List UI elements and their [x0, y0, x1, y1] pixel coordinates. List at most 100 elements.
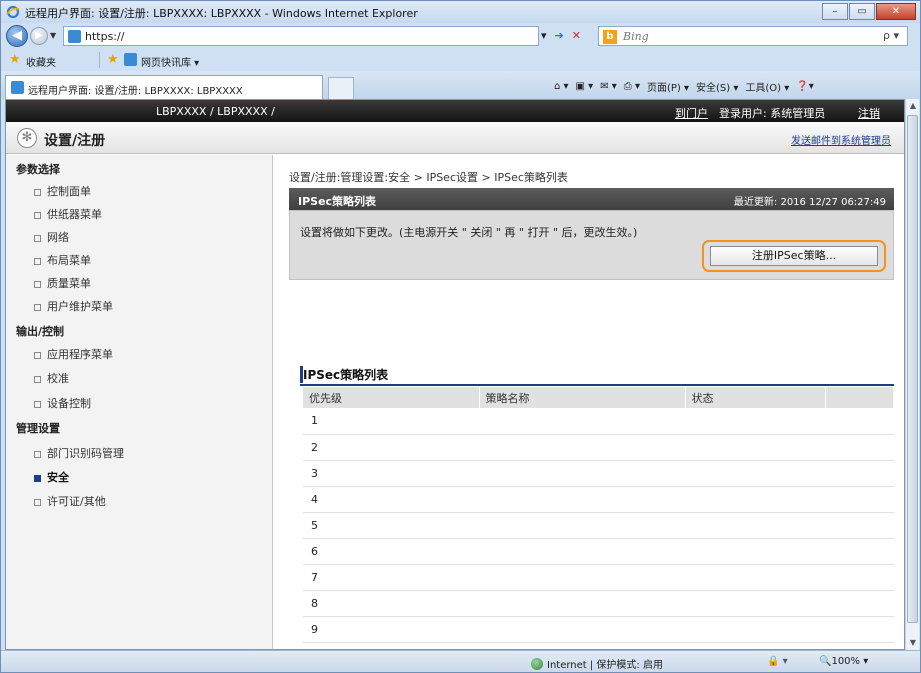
back-button[interactable]: ◀ — [6, 25, 28, 47]
info-panel-body: 设置将做如下更改。(主电源开关 " 关闭 " 再 " 打开 " 后，更改生效。)… — [289, 210, 894, 280]
command-bar: ⌂ ▾ ▣ ▾ ✉ ▾ ⎙ ▾ 页面(P) ▾ 安全(S) ▾ 工具(O) ▾ … — [554, 79, 814, 94]
section-divider — [300, 384, 894, 386]
print-icon[interactable]: ⎙ ▾ — [624, 81, 640, 92]
priority-cell: 2 — [303, 434, 479, 461]
tab-remote-ui[interactable]: 远程用户界面: 设置/注册: LBPXXXX: LBPXXXX — [5, 75, 323, 99]
forward-button[interactable]: ▶ — [30, 27, 48, 45]
web-slice-gallery[interactable]: 网页快讯库 ▾ — [141, 54, 199, 69]
bullet-icon — [34, 474, 41, 482]
search-placeholder: Bing — [623, 30, 649, 43]
bing-icon: b — [603, 30, 617, 44]
bullet-icon — [34, 450, 41, 458]
sidebar: 参数选择 控制面单 供纸器菜单 网络 布局菜单 质量菜单 用户维护菜单 输出/控… — [6, 155, 273, 649]
feeds-icon[interactable]: ▣ ▾ — [576, 81, 594, 92]
portal-link[interactable]: 到门户 — [675, 105, 708, 121]
login-user: 登录用户: 系统管理员 — [719, 107, 826, 120]
table-row: 3 — [303, 460, 894, 487]
priority-cell: 8 — [303, 590, 479, 617]
zone-text: Internet | 保护模式: 启用 — [547, 660, 663, 671]
sidebar-item-device-control[interactable]: 设备控制 — [34, 395, 91, 411]
sidebar-item-network[interactable]: 网络 — [34, 229, 69, 245]
refresh-icon[interactable]: ➔ — [555, 29, 564, 42]
search-icon[interactable]: ρ ▾ — [883, 29, 899, 42]
priority-cell: 7 — [303, 564, 479, 591]
bullet-icon — [34, 351, 41, 359]
favorites-star-icon[interactable]: ★ — [9, 52, 21, 67]
sidebar-item-label: 布局菜单 — [47, 254, 91, 267]
table-row: 6 — [303, 538, 894, 565]
scroll-up-icon[interactable]: ▲ — [906, 99, 920, 113]
favorites-divider — [99, 52, 100, 68]
history-dropdown-icon[interactable]: ▼ — [50, 31, 56, 40]
device-name: LBPXXXX / LBPXXXX / — [156, 105, 275, 118]
register-ipsec-policy-button[interactable]: 注册IPSec策略... — [710, 246, 878, 266]
info-panel-title: IPSec策略列表 — [298, 195, 377, 208]
column-actions — [825, 387, 894, 408]
sidebar-item-label: 供纸器菜单 — [47, 208, 102, 221]
sidebar-item-feeder-menu[interactable]: 供纸器菜单 — [34, 206, 102, 222]
safety-menu[interactable]: 安全(S) ▾ — [696, 79, 738, 94]
favorites-button[interactable]: 收藏夹 — [26, 54, 56, 69]
ipsec-policy-table: 优先级 策略名称 状态 1 2 3 4 5 6 7 8 9 — [303, 387, 894, 643]
ipsec-info-panel: IPSec策略列表 最近更新: 2016 12/27 06:27:49 设置将做… — [289, 188, 894, 294]
priority-cell: 5 — [303, 512, 479, 539]
highlight-ring: 注册IPSec策略... — [702, 240, 886, 272]
column-status: 状态 — [685, 387, 826, 408]
sidebar-item-control-menu[interactable]: 控制面单 — [34, 183, 91, 199]
bullet-icon — [34, 188, 41, 196]
priority-cell: 1 — [303, 408, 479, 435]
sidebar-item-label: 设备控制 — [47, 397, 91, 410]
table-row: 1 — [303, 408, 894, 435]
sidebar-item-application-menu[interactable]: 应用程序菜单 — [34, 346, 113, 362]
sidebar-item-label: 校准 — [47, 372, 69, 385]
sidebar-item-label: 质量菜单 — [47, 277, 91, 290]
search-input[interactable]: b Bing ρ ▾ — [598, 26, 908, 46]
maximize-button[interactable]: ▭ — [849, 3, 875, 20]
sidebar-item-license[interactable]: 许可证/其他 — [34, 493, 106, 509]
window-titlebar: 远程用户界面: 设置/注册: LBPXXXX: LBPXXXX - Window… — [1, 1, 920, 23]
page-titlebar: ✻ 设置/注册 发送邮件到系统管理员 — [6, 122, 904, 154]
url-dropdown-icon[interactable]: ▾ — [541, 29, 547, 42]
bullet-icon — [34, 498, 41, 506]
mail-admin-link[interactable]: 发送邮件到系统管理员 — [791, 132, 891, 147]
help-icon[interactable]: ❓▾ — [796, 81, 813, 92]
minimize-button[interactable]: – — [822, 3, 848, 20]
stop-icon[interactable]: ✕ — [572, 29, 581, 42]
vertical-scrollbar[interactable]: ▲ ▼ — [905, 99, 919, 650]
page-menu[interactable]: 页面(P) ▾ — [647, 79, 689, 94]
sidebar-item-layout-menu[interactable]: 布局菜单 — [34, 252, 91, 268]
tab-bar: 远程用户界面: 设置/注册: LBPXXXX: LBPXXXX ⌂ ▾ ▣ ▾ … — [1, 71, 920, 99]
sidebar-item-calibration[interactable]: 校准 — [34, 370, 69, 386]
sidebar-item-label: 应用程序菜单 — [47, 348, 113, 361]
table-row: 9 — [303, 616, 894, 643]
page-viewport: LBPXXXX / LBPXXXX / 到门户 登录用户: 系统管理员 注销 ✻… — [5, 99, 905, 650]
zoom-level[interactable]: 🔍100% ▾ — [819, 656, 868, 667]
sidebar-item-security[interactable]: 安全 — [34, 469, 69, 485]
status-tools-icon[interactable]: 🔒 ▾ — [767, 656, 788, 667]
sidebar-item-label: 部门识别码管理 — [47, 447, 124, 460]
section-title: IPSec策略列表 — [303, 368, 389, 382]
favorites-bar: ★ 收藏夹 ★ 网页快讯库 ▾ — [1, 49, 920, 71]
bullet-icon — [34, 234, 41, 242]
scroll-down-icon[interactable]: ▼ — [906, 636, 920, 650]
table-row: 5 — [303, 512, 894, 539]
settings-gear-icon: ✻ — [17, 128, 37, 148]
sidebar-item-dept-id[interactable]: 部门识别码管理 — [34, 445, 124, 461]
tools-menu[interactable]: 工具(O) ▾ — [745, 79, 789, 94]
sidebar-item-quality-menu[interactable]: 质量菜单 — [34, 275, 91, 291]
new-tab-button[interactable] — [328, 77, 354, 99]
mail-icon[interactable]: ✉ ▾ — [600, 81, 617, 92]
table-row: 7 — [303, 564, 894, 591]
page-title: 设置/注册 — [44, 133, 106, 149]
table-row: 4 — [303, 486, 894, 513]
scrollbar-thumb[interactable] — [907, 115, 918, 623]
sidebar-item-label: 安全 — [47, 471, 69, 484]
home-icon[interactable]: ⌂ ▾ — [554, 81, 569, 92]
logout-link[interactable]: 注销 — [858, 105, 880, 121]
url-field[interactable]: https:// — [63, 26, 539, 46]
address-bar: ◀ ▶ ▼ https:// ▾ ➔ ✕ b Bing ρ ▾ — [1, 23, 920, 49]
close-button[interactable]: ✕ — [876, 3, 916, 20]
add-favorite-icon[interactable]: ★ — [107, 52, 119, 67]
sidebar-item-user-maintenance[interactable]: 用户维护菜单 — [34, 298, 113, 314]
bullet-icon — [34, 211, 41, 219]
